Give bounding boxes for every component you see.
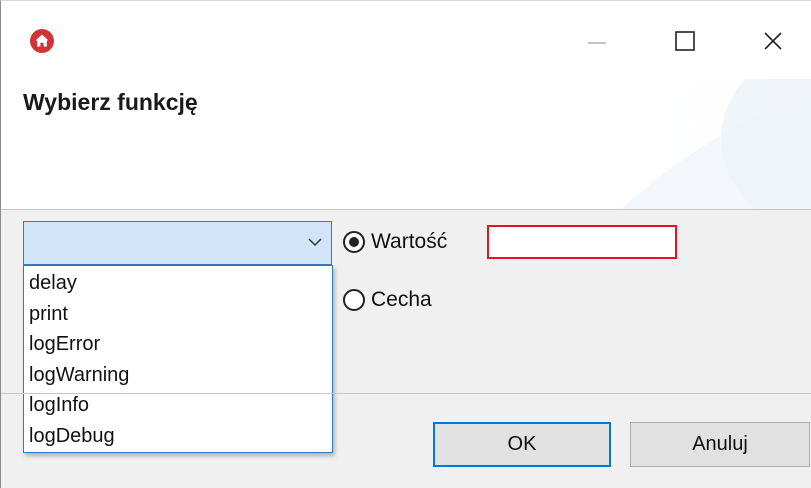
feature-radio-label: Cecha [371, 288, 432, 311]
list-item-loginfo[interactable]: logInfo [29, 390, 89, 421]
ok-button[interactable]: OK [433, 422, 611, 467]
close-button[interactable] [745, 15, 801, 67]
dialog-window: Wybierz funkcję delay print logError log… [0, 0, 811, 488]
minimize-icon [588, 42, 606, 44]
value-radio[interactable] [343, 231, 365, 253]
home-icon [30, 29, 54, 53]
value-radio-option[interactable]: Wartość [343, 230, 447, 254]
list-item-delay[interactable]: delay [29, 268, 77, 299]
minimize-button[interactable] [569, 15, 625, 67]
list-item-logwarning[interactable]: logWarning [29, 360, 129, 391]
chevron-down-icon [308, 238, 322, 247]
cancel-button[interactable]: Anuluj [630, 422, 810, 467]
feature-radio[interactable] [343, 289, 365, 311]
value-radio-label: Wartość [371, 230, 448, 253]
list-item-print[interactable]: print [29, 299, 68, 330]
list-item-logdebug[interactable]: logDebug [29, 421, 115, 452]
footer-divider [1, 393, 811, 394]
page-title: Wybierz funkcję [23, 89, 198, 115]
title-bar [1, 1, 811, 79]
function-combobox[interactable] [23, 221, 332, 265]
maximize-button[interactable] [657, 15, 713, 67]
close-icon [764, 32, 782, 50]
feature-radio-option[interactable]: Cecha [343, 288, 432, 312]
function-dropdown-list: delay print logError logWarning logInfo … [23, 265, 333, 453]
maximize-icon [675, 31, 695, 51]
value-input[interactable] [487, 225, 677, 259]
list-item-logerror[interactable]: logError [29, 329, 100, 360]
